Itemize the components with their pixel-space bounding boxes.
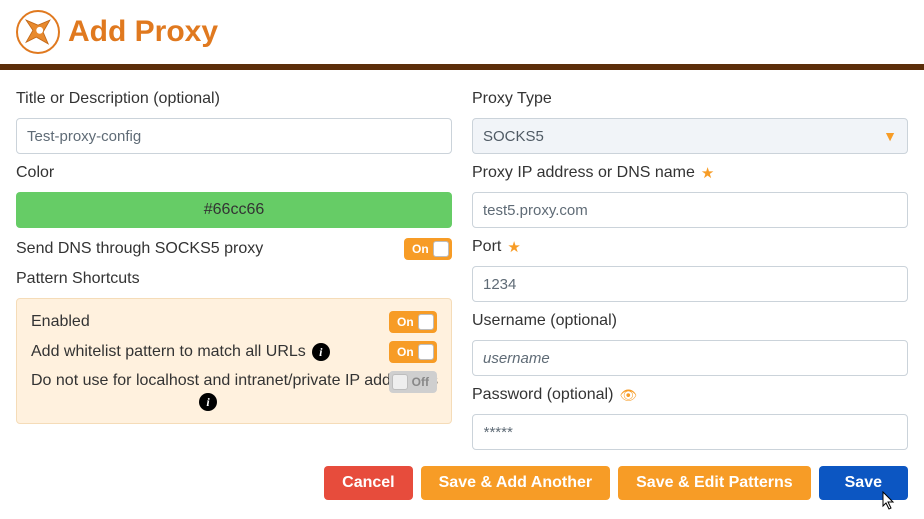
toggle-on-text: On	[392, 315, 419, 329]
username-input[interactable]	[472, 340, 908, 376]
info-icon[interactable]: i	[199, 393, 217, 411]
toggle-knob	[418, 344, 434, 360]
shortcut-enabled-row: Enabled On	[31, 311, 437, 333]
shortcut-whitelist-row: Add whitelist pattern to match all URLs …	[31, 341, 437, 363]
username-label: Username (optional)	[472, 312, 908, 330]
dns-label: Send DNS through SOCKS5 proxy	[16, 240, 263, 258]
proxy-ip-label: Proxy IP address or DNS name ★	[472, 164, 908, 182]
proxy-type-select[interactable]: SOCKS5 ▼	[472, 118, 908, 154]
right-column: Proxy Type SOCKS5 ▼ Proxy IP address or …	[472, 90, 908, 450]
port-input[interactable]: 1234	[472, 266, 908, 302]
shortcut-whitelist-toggle[interactable]: On	[389, 341, 437, 363]
toggle-off-text: Off	[407, 375, 434, 389]
proxy-ip-text: Proxy IP address or DNS name	[472, 164, 695, 182]
eye-icon[interactable]: 👁	[619, 387, 637, 404]
save-add-another-button[interactable]: Save & Add Another	[421, 466, 611, 500]
toggle-knob	[418, 314, 434, 330]
star-icon: ★	[507, 238, 520, 256]
header: Add Proxy	[0, 0, 924, 64]
form-content: Title or Description (optional) Test-pro…	[0, 70, 924, 450]
pattern-shortcuts-box: Enabled On Add whitelist pattern to matc…	[16, 298, 452, 424]
color-label: Color	[16, 164, 452, 182]
shortcut-localhost-label: Do not use for localhost and intranet/pr…	[31, 371, 377, 411]
title-input[interactable]: Test-proxy-config	[16, 118, 452, 154]
shortcut-whitelist-text: Add whitelist pattern to match all URLs	[31, 343, 306, 361]
fox-icon	[21, 15, 55, 49]
shortcut-localhost-text: Do not use for localhost and intranet/pr…	[31, 371, 438, 392]
shortcut-enabled-toggle[interactable]: On	[389, 311, 437, 333]
proxy-type-label: Proxy Type	[472, 90, 908, 108]
star-icon: ★	[701, 164, 714, 182]
password-label: Password (optional) 👁	[472, 386, 908, 404]
save-edit-patterns-button[interactable]: Save & Edit Patterns	[618, 466, 811, 500]
title-label: Title or Description (optional)	[16, 90, 452, 108]
app-logo	[16, 10, 60, 54]
page-title: Add Proxy	[68, 15, 218, 49]
port-text: Port	[472, 238, 501, 256]
dns-toggle[interactable]: On	[404, 238, 452, 260]
toggle-on-text: On	[392, 345, 419, 359]
left-column: Title or Description (optional) Test-pro…	[16, 90, 452, 450]
shortcut-localhost-row: Do not use for localhost and intranet/pr…	[31, 371, 437, 411]
password-text: Password (optional)	[472, 386, 613, 404]
color-swatch[interactable]: #66cc66	[16, 192, 452, 228]
shortcut-localhost-toggle[interactable]: Off	[389, 371, 437, 393]
password-input[interactable]	[472, 414, 908, 450]
shortcut-whitelist-label: Add whitelist pattern to match all URLs …	[31, 343, 377, 361]
cancel-button[interactable]: Cancel	[324, 466, 412, 500]
save-button[interactable]: Save	[819, 466, 908, 500]
toggle-on-text: On	[407, 242, 434, 256]
toggle-knob	[433, 241, 449, 257]
port-label: Port ★	[472, 238, 908, 256]
toggle-knob	[392, 374, 408, 390]
footer-buttons: Cancel Save & Add Another Save & Edit Pa…	[0, 450, 924, 500]
shortcut-enabled-label: Enabled	[31, 313, 377, 331]
chevron-down-icon: ▼	[883, 128, 897, 144]
proxy-type-value: SOCKS5	[483, 128, 544, 145]
info-icon[interactable]: i	[312, 343, 330, 361]
proxy-ip-input[interactable]: test5.proxy.com	[472, 192, 908, 228]
dns-row: Send DNS through SOCKS5 proxy On	[16, 238, 452, 260]
pattern-shortcuts-label: Pattern Shortcuts	[16, 270, 452, 288]
